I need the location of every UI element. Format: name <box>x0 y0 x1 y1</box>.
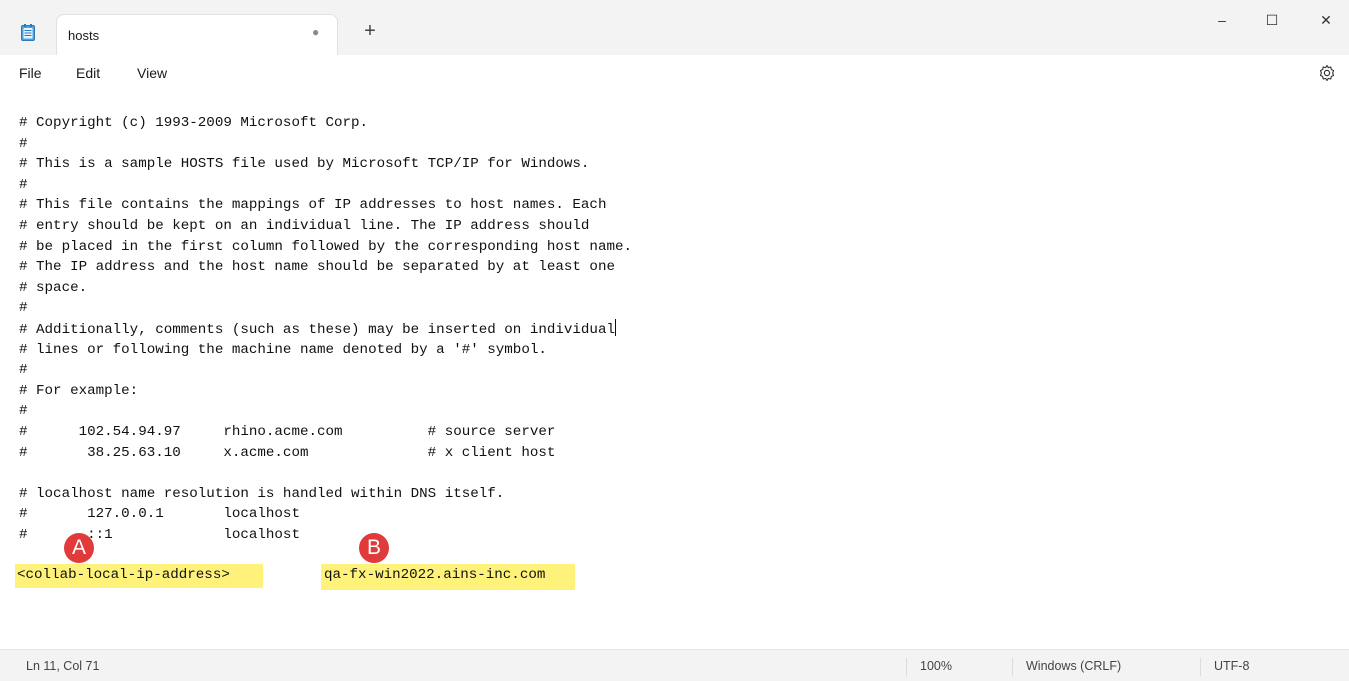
editor-line: # ::1 localhost <box>19 525 1319 546</box>
title-bar: hosts ● + – ☐ ✕ <box>0 0 1349 55</box>
editor-line-text: # localhost name resolution is handled w… <box>19 485 505 502</box>
editor-line-text: # This file contains the mappings of IP … <box>19 197 607 214</box>
status-divider <box>1012 658 1013 676</box>
editor-line: # Additionally, comments (such as these)… <box>19 318 1319 340</box>
editor-line: # 38.25.63.10 x.acme.com # x client host <box>19 443 1319 464</box>
editor-line-text: # For example: <box>19 382 139 399</box>
editor-line: # The IP address and the host name shoul… <box>19 257 1319 278</box>
close-button[interactable]: ✕ <box>1303 0 1349 40</box>
editor-line: # <box>19 360 1319 381</box>
editor-line: # localhost name resolution is handled w… <box>19 484 1319 505</box>
editor-line: # 127.0.0.1 localhost <box>19 504 1319 525</box>
editor-line-text: # <box>19 362 28 379</box>
editor-line: # Copyright (c) 1993-2009 Microsoft Corp… <box>19 113 1319 134</box>
text-editor[interactable]: # Copyright (c) 1993-2009 Microsoft Corp… <box>19 113 1319 633</box>
editor-line-text: # The IP address and the host name shoul… <box>19 259 615 276</box>
editor-line: # <box>19 401 1319 422</box>
editor-line: # <box>19 134 1319 155</box>
editor-line: # be placed in the first column followed… <box>19 237 1319 258</box>
editor-line: # lines or following the machine name de… <box>19 340 1319 361</box>
menu-file[interactable]: File <box>19 65 42 81</box>
editor-line-text: # <box>19 403 28 420</box>
notepad-icon <box>21 24 35 41</box>
editor-line-text: # 102.54.94.97 rhino.acme.com # source s… <box>19 423 556 440</box>
status-bar: Ln 11, Col 71 100% Windows (CRLF) UTF-8 <box>0 649 1349 681</box>
editor-line-text: # Additionally, comments (such as these)… <box>19 321 615 338</box>
line-ending[interactable]: Windows (CRLF) <box>1026 659 1121 673</box>
editor-line-text: # lines or following the machine name de… <box>19 341 547 358</box>
entry-host-name[interactable]: qa-fx-win2022.ains-inc.com <box>324 567 545 583</box>
annotation-badge-b: B <box>359 533 389 563</box>
editor-line-text: # This is a sample HOSTS file used by Mi… <box>19 156 590 173</box>
editor-line-text: # <box>19 300 28 317</box>
entry-ip-address[interactable]: <collab-local-ip-address> <box>17 567 230 583</box>
editor-line-text: # 38.25.63.10 x.acme.com # x client host <box>19 444 556 461</box>
editor-line: # 102.54.94.97 rhino.acme.com # source s… <box>19 422 1319 443</box>
cursor-position: Ln 11, Col 71 <box>26 659 100 673</box>
status-divider <box>1200 658 1201 676</box>
menu-view[interactable]: View <box>137 65 167 81</box>
editor-line-text: # ::1 localhost <box>19 526 300 543</box>
settings-gear-icon[interactable] <box>1317 63 1337 83</box>
editor-line: # space. <box>19 278 1319 299</box>
editor-line-text: # Copyright (c) 1993-2009 Microsoft Corp… <box>19 115 369 131</box>
tab-title: hosts <box>68 28 100 43</box>
status-divider <box>906 658 907 676</box>
encoding[interactable]: UTF-8 <box>1214 659 1249 673</box>
maximize-button[interactable]: ☐ <box>1249 0 1295 40</box>
editor-line: # <box>19 298 1319 319</box>
menu-bar: File Edit View <box>0 55 1349 93</box>
menu-edit[interactable]: Edit <box>76 65 100 81</box>
unsaved-indicator-icon[interactable]: ● <box>312 25 319 39</box>
editor-line: # <box>19 175 1319 196</box>
editor-line-text: # entry should be kept on an individual … <box>19 217 590 234</box>
editor-line-text: # be placed in the first column followed… <box>19 238 632 255</box>
editor-line-text: # 127.0.0.1 localhost <box>19 506 300 523</box>
editor-line: # This is a sample HOSTS file used by Mi… <box>19 154 1319 175</box>
editor-line: # This file contains the mappings of IP … <box>19 195 1319 216</box>
annotation-badge-a: A <box>64 533 94 563</box>
editor-line: # entry should be kept on an individual … <box>19 216 1319 237</box>
text-caret <box>614 318 616 336</box>
zoom-level[interactable]: 100% <box>920 659 952 673</box>
new-tab-button[interactable]: + <box>359 20 381 42</box>
editor-line-text: # space. <box>19 279 88 296</box>
minimize-button[interactable]: – <box>1199 0 1245 40</box>
tab-hosts[interactable]: hosts ● <box>56 14 338 55</box>
editor-line: # For example: <box>19 381 1319 402</box>
editor-line-text: # <box>19 135 28 152</box>
editor-line-text: # <box>19 176 28 193</box>
